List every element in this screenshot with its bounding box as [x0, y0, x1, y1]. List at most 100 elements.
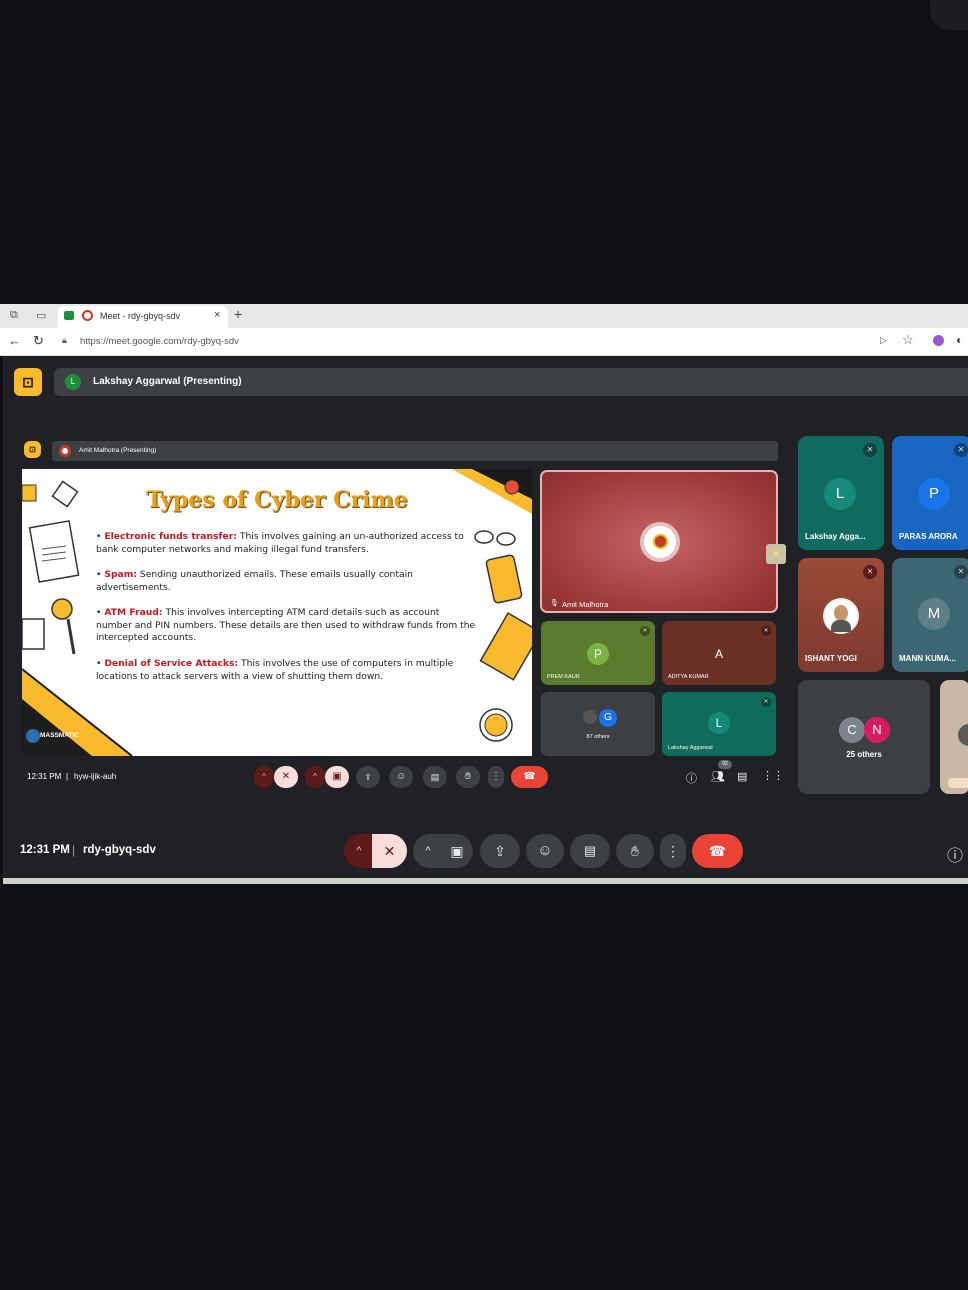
ishant-photo — [823, 598, 859, 634]
participant-avatar: A — [708, 643, 730, 665]
bullet-atm-fraud: • ATM Fraud: This involves intercepting … — [96, 607, 476, 643]
raise-hand-button[interactable]: ✋︎ — [616, 834, 654, 868]
shoulders-shape — [831, 620, 851, 632]
video-options-button[interactable]: ^ — [413, 834, 443, 868]
bullet-term: Spam: — [104, 569, 137, 580]
participant-name: MANN KUMA... — [899, 654, 956, 663]
inner-more-icon: ⋮ — [488, 766, 504, 788]
inner-people-icon: 👥︎ — [711, 771, 725, 783]
logo-text: MASSMATIC — [40, 732, 79, 739]
outer-separator: | — [72, 843, 76, 857]
present-button[interactable]: ⇪ — [480, 834, 520, 868]
inner-tile-others: G 87 others — [541, 692, 655, 756]
inner-activities-icon: ⋮⋮ — [762, 770, 784, 782]
reload-icon[interactable]: ↻ — [33, 333, 44, 349]
inner-meeting-code: hyw-ijik-auh — [74, 772, 117, 781]
participant-name: PARAS ARORA — [899, 532, 958, 541]
inner-end-call-icon: ☎︎ — [511, 766, 548, 788]
inner-emoji-icon: ☺ — [389, 766, 413, 788]
outer-meeting-code: rdy-gbyq-sdv — [83, 844, 156, 856]
new-tab-button[interactable]: + — [234, 306, 242, 322]
other-avatar-2: G — [599, 709, 617, 727]
police-emblem-avatar — [640, 522, 680, 562]
meeting-info-icon[interactable]: ⓘ — [947, 842, 963, 866]
more-options-button[interactable]: ⋮ — [660, 834, 686, 868]
outer-time: 12:31 PM — [20, 844, 70, 856]
speaker-name: Amit Malhotra — [562, 600, 609, 609]
meet-favicon — [64, 311, 74, 320]
tile-self-view[interactable] — [940, 680, 968, 794]
participant-name: ADITYA KUMAR — [668, 674, 709, 680]
logo-icon — [26, 729, 40, 743]
participant-avatar: P — [918, 478, 950, 510]
mic-icon: 🎙︎ — [550, 600, 559, 607]
bullet-term: Denial of Service Attacks: — [104, 658, 239, 669]
url-text: https://meet.google.com/rdy-gbyq-sdv — [80, 336, 239, 347]
others-count: 87 others — [586, 734, 610, 740]
participant-avatar: L — [708, 712, 730, 734]
letterbox-top — [0, 0, 968, 304]
inner-presenter-avatar — [59, 445, 71, 457]
slide-title: Types of Cyber Crime — [146, 487, 408, 513]
tab-title: Meet - rdy-gbyq-sdv — [100, 311, 181, 321]
mic-off-icon: ✕ — [954, 565, 968, 579]
self-label-pill — [948, 778, 968, 788]
inner-tile-aditya: A ✕ ADITYA KUMAR — [662, 621, 776, 685]
recording-icon — [82, 310, 93, 321]
inner-presenting-bar: Amit Malhotra (Presenting) — [52, 441, 778, 461]
mic-off-icon: ✕ — [761, 626, 771, 636]
inner-raise-hand-icon: ✋︎ — [456, 766, 480, 788]
face-shape — [834, 605, 848, 621]
cast-icon[interactable]: ▷ — [880, 335, 887, 346]
presenter-avatar: L — [65, 374, 81, 390]
tile-paras[interactable]: P ✕ PARAS ARORA — [892, 436, 968, 550]
inner-mic-off-icon: ✕ — [274, 766, 298, 788]
inner-audio-options-icon: ^ — [254, 766, 274, 788]
emoji-button[interactable]: ☺ — [526, 834, 564, 868]
workspaces-icon[interactable]: ⧉ — [10, 309, 18, 322]
participant-name: Lakshay Aggarwal — [668, 745, 713, 751]
tile-others[interactable]: C N 25 others — [798, 680, 930, 794]
presentation-toggle-icon[interactable]: ⊡ — [14, 368, 42, 396]
tab-actions-icon[interactable]: ▭ — [36, 309, 46, 322]
participant-avatar: M — [918, 598, 950, 630]
copilot-icon[interactable]: ◐ — [956, 333, 963, 347]
bullet-text: Sending unauthorized emails. These email… — [96, 569, 413, 593]
participant-name: Lakshay Agga... — [805, 532, 866, 541]
bullet-term: ATM Fraud: — [104, 607, 163, 618]
letterbox-bottom — [0, 884, 968, 1290]
inner-chat-icon: ▤ — [737, 771, 748, 783]
tile-ishant[interactable]: ✕ ISHANT YOGI — [798, 558, 884, 672]
tile-lakshay[interactable]: L ✕ Lakshay Agga... — [798, 436, 884, 550]
inner-captions-icon: ▤ — [423, 766, 447, 788]
inner-camera-off-icon: ▣ — [325, 766, 349, 788]
mic-off-button[interactable]: ✕ — [372, 834, 407, 868]
participant-name: ISHANT YOGI — [805, 654, 857, 663]
close-tab-icon[interactable]: × — [214, 309, 220, 321]
mic-off-icon: ✕ — [761, 697, 771, 707]
presenter-label: Lakshay Aggarwal (Presenting) — [93, 376, 242, 387]
presenting-bar: L Lakshay Aggarwal (Presenting) — [54, 368, 968, 396]
captions-button[interactable]: ▤ — [570, 834, 610, 868]
browser-tab[interactable]: Meet - rdy-gbyq-sdv × — [58, 306, 228, 328]
extension-icon[interactable] — [933, 335, 944, 346]
presentation-slide: Types of Cyber Crime • Electronic funds … — [22, 469, 532, 756]
participant-count-badge: 92 — [718, 760, 732, 769]
bullet-spam: • Spam: Sending unauthorized emails. The… — [96, 569, 413, 593]
others-count: 25 others — [846, 750, 882, 759]
star-icon[interactable]: ☆ — [902, 332, 914, 348]
audio-options-button[interactable]: ^ — [344, 834, 374, 868]
mic-off-icon: ✕ — [954, 443, 968, 457]
inner-present-icon: ⇪ — [356, 766, 380, 788]
inner-tile-lakshay: L ✕ Lakshay Aggarwal — [662, 692, 776, 756]
mic-off-icon: ✕ — [640, 626, 650, 636]
inner-time: 12:31 PM — [27, 772, 62, 781]
other-avatar-c: C — [839, 717, 865, 743]
end-call-button[interactable]: ☎︎ — [692, 834, 743, 868]
emblem-icon — [653, 534, 668, 549]
back-icon[interactable]: ← — [8, 333, 21, 348]
url-field[interactable]: 🔒︎ https://meet.google.com/rdy-gbyq-sdv — [56, 333, 876, 351]
inner-info-icon: ⓘ — [686, 773, 697, 785]
inner-separator: | — [66, 772, 69, 781]
tile-mann[interactable]: M ✕ MANN KUMA... — [892, 558, 968, 672]
